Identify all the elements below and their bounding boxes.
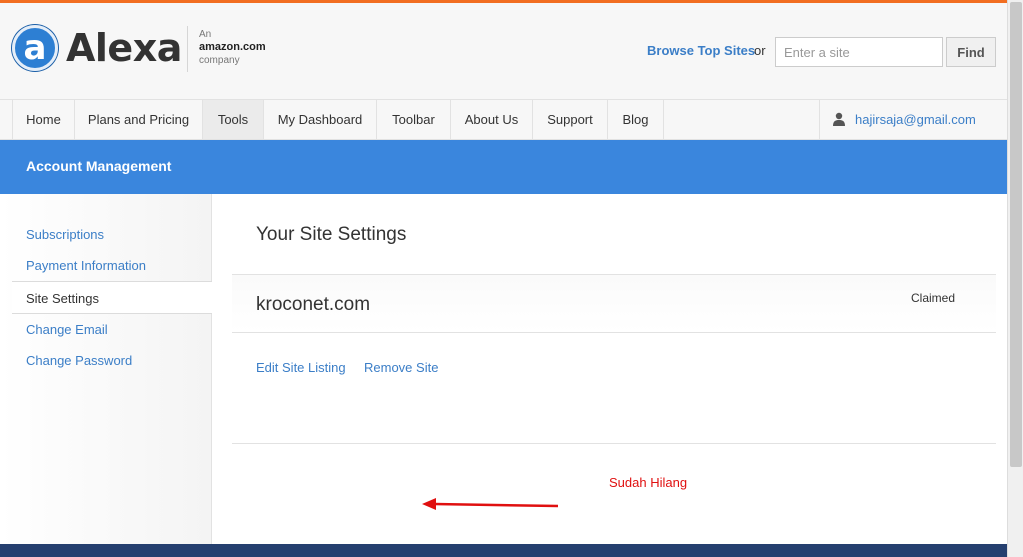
header: a Alexa An amazon.com company Browse Top… <box>0 3 1007 99</box>
account-management-banner: Account Management <box>0 140 1007 194</box>
site-row: kroconet.com Claimed <box>232 274 996 333</box>
site-name: kroconet.com <box>256 294 371 315</box>
amazon-company-tag: An amazon.com company <box>199 28 266 67</box>
page: a Alexa An amazon.com company Browse Top… <box>0 0 1007 557</box>
amazon-tag-bottom: company <box>199 55 240 66</box>
page-title: Your Site Settings <box>256 224 407 245</box>
content-divider <box>232 443 996 444</box>
remove-site-link[interactable]: Remove Site <box>364 360 438 375</box>
nav-item-about-us[interactable]: About Us <box>451 100 533 139</box>
banner-title: Account Management <box>26 158 172 174</box>
nav-item-support[interactable]: Support <box>533 100 608 139</box>
nav-item-toolbar[interactable]: Toolbar <box>377 100 451 139</box>
amazon-tag-top: An <box>199 29 212 40</box>
logo-name[interactable]: Alexa <box>66 26 182 70</box>
annotation-arrow-icon <box>422 498 559 510</box>
sidebar-item-payment-information[interactable]: Payment Information <box>26 258 146 273</box>
sidebar-item-change-email[interactable]: Change Email <box>26 322 108 337</box>
page-scrollbar[interactable] <box>1007 0 1023 557</box>
scrollbar-thumb[interactable] <box>1010 2 1022 467</box>
nav-item-tools[interactable]: Tools <box>203 100 264 139</box>
sidebar-item-site-settings-label: Site Settings <box>26 291 99 306</box>
site-status-badge: Claimed <box>911 291 956 305</box>
user-icon <box>833 112 845 126</box>
footer-bar <box>0 544 1007 557</box>
sidebar-item-site-settings[interactable]: Site Settings <box>12 281 212 314</box>
main-content: Your Site Settings kroconet.com Claimed … <box>212 194 1007 544</box>
main-nav: Home Plans and Pricing Tools My Dashboar… <box>0 99 1007 140</box>
sidebar-item-change-password[interactable]: Change Password <box>26 353 132 368</box>
sidebar-item-subscriptions[interactable]: Subscriptions <box>26 227 104 242</box>
nav-item-my-dashboard[interactable]: My Dashboard <box>264 100 377 139</box>
edit-site-listing-link[interactable]: Edit Site Listing <box>256 360 346 375</box>
or-label: or <box>754 43 766 58</box>
amazon-tag-name: amazon.com <box>199 41 266 53</box>
alexa-logo-icon[interactable]: a <box>12 25 58 71</box>
browse-top-sites-link[interactable]: Browse Top Sites <box>647 43 755 58</box>
nav-item-plans-and-pricing[interactable]: Plans and Pricing <box>75 100 203 139</box>
user-email-link[interactable]: hajirsaja@gmail.com <box>855 100 976 139</box>
annotation-note: Sudah Hilang <box>609 475 688 490</box>
find-button[interactable]: Find <box>946 37 996 67</box>
nav-item-home[interactable]: Home <box>12 100 75 139</box>
logo-divider <box>187 26 188 72</box>
sidebar: Subscriptions Payment Information Site S… <box>0 194 212 544</box>
user-account-menu[interactable]: hajirsaja@gmail.com <box>819 100 1007 139</box>
site-search-input[interactable] <box>775 37 943 67</box>
nav-item-blog[interactable]: Blog <box>608 100 664 139</box>
